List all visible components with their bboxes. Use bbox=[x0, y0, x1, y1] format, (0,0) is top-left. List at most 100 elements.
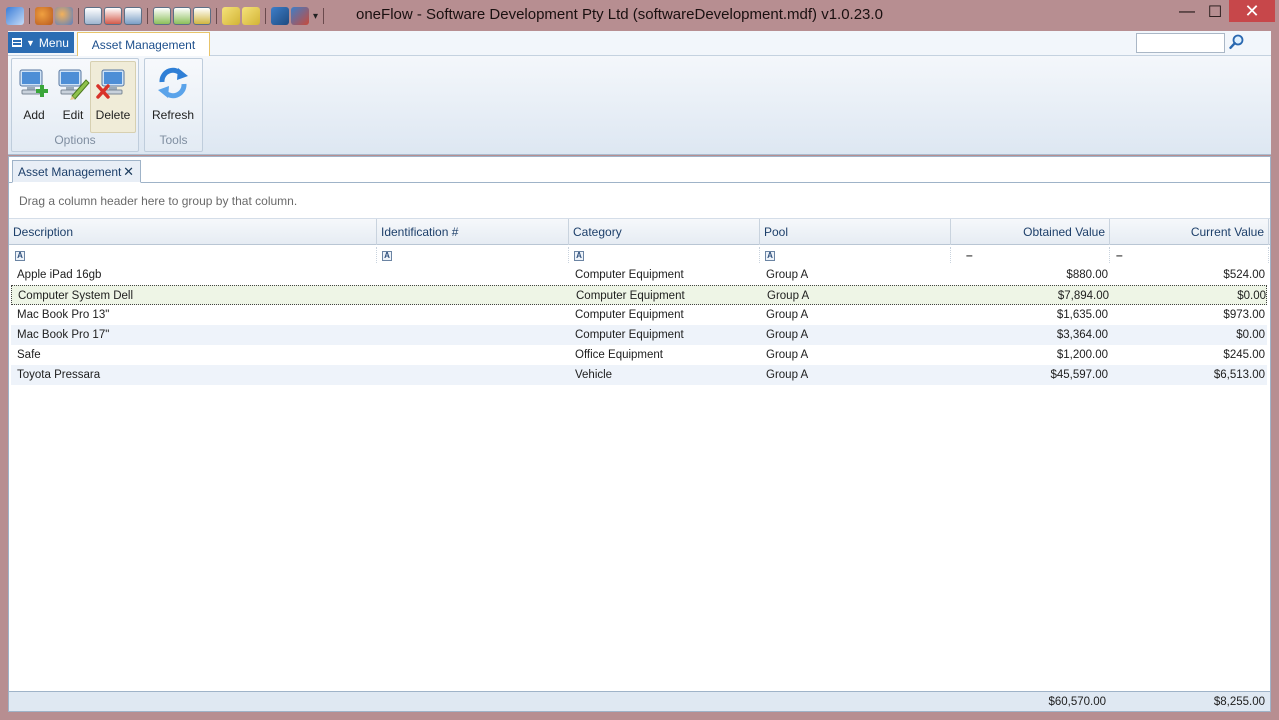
cell-category[interactable]: Computer Equipment bbox=[572, 286, 763, 306]
minimize-button[interactable]: — bbox=[1173, 0, 1201, 24]
cell-current-value[interactable]: $524.00 bbox=[1112, 265, 1269, 285]
column-header-description[interactable]: Description bbox=[9, 219, 377, 245]
search-icon[interactable] bbox=[1229, 34, 1245, 50]
book-icon[interactable] bbox=[291, 7, 309, 25]
table-row[interactable]: Toyota Pressara Vehicle Group A $45,597.… bbox=[11, 365, 1267, 385]
report-icon[interactable] bbox=[124, 7, 142, 25]
ribbon-group-tools: Refresh Tools bbox=[144, 58, 203, 152]
cell-pool[interactable]: Group A bbox=[762, 345, 953, 365]
cell-obtained-value[interactable]: $880.00 bbox=[953, 265, 1112, 285]
filter-cell-obtained-value[interactable]: – bbox=[951, 247, 1123, 263]
cell-current-value[interactable]: $245.00 bbox=[1112, 345, 1269, 365]
table-row[interactable]: Mac Book Pro 13" Computer Equipment Grou… bbox=[11, 305, 1267, 325]
table-row[interactable]: Safe Office Equipment Group A $1,200.00 … bbox=[11, 345, 1267, 365]
cell-category[interactable]: Computer Equipment bbox=[571, 305, 762, 325]
cell-obtained-value[interactable]: $1,200.00 bbox=[953, 345, 1112, 365]
report-icon[interactable] bbox=[173, 7, 191, 25]
filter-cell-identification[interactable]: A bbox=[377, 247, 569, 263]
cell-obtained-value[interactable]: $3,364.00 bbox=[953, 325, 1112, 345]
cell-obtained-value[interactable]: $1,635.00 bbox=[953, 305, 1112, 325]
cell-identification[interactable] bbox=[379, 265, 571, 285]
cell-identification[interactable] bbox=[379, 325, 571, 345]
close-icon[interactable]: ✕ bbox=[123, 164, 134, 180]
column-header-current-value[interactable]: Current Value bbox=[1110, 219, 1269, 245]
table-row-selected[interactable]: Computer System Dell Computer Equipment … bbox=[11, 285, 1267, 305]
cell-current-value[interactable]: $6,513.00 bbox=[1112, 365, 1269, 385]
cell-description[interactable]: Toyota Pressara bbox=[13, 365, 379, 385]
filter-text-icon[interactable]: A bbox=[15, 251, 25, 261]
cell-category[interactable]: Office Equipment bbox=[571, 345, 762, 365]
menu-button[interactable]: ▼ Menu bbox=[8, 32, 74, 53]
cell-category[interactable]: Vehicle bbox=[571, 365, 762, 385]
cell-identification[interactable] bbox=[379, 365, 571, 385]
filter-cell-description[interactable]: A bbox=[9, 247, 377, 263]
cell-identification[interactable] bbox=[380, 286, 572, 306]
report-icon[interactable] bbox=[193, 7, 211, 25]
table-row[interactable]: Mac Book Pro 17" Computer Equipment Grou… bbox=[11, 325, 1267, 345]
cell-current-value[interactable]: $0.00 bbox=[1113, 286, 1270, 306]
toolbar-separator bbox=[216, 8, 217, 24]
cell-description[interactable]: Computer System Dell bbox=[14, 286, 380, 306]
group-by-panel[interactable]: Drag a column header here to group by th… bbox=[9, 183, 1270, 219]
edit-button[interactable]: Edit bbox=[52, 62, 94, 132]
group-label-tools: Tools bbox=[159, 133, 188, 147]
document-tab-label: Asset Management bbox=[18, 164, 122, 179]
refresh-button[interactable]: Refresh bbox=[152, 62, 194, 132]
toolbar-separator bbox=[78, 8, 79, 24]
maximize-button[interactable]: ☐ bbox=[1201, 0, 1229, 24]
quick-access-toolbar: ▾ bbox=[6, 6, 327, 26]
column-header-identification[interactable]: Identification # bbox=[377, 219, 569, 245]
users-icon[interactable] bbox=[35, 7, 53, 25]
report-icon[interactable] bbox=[104, 7, 122, 25]
table-row[interactable]: Apple iPad 16gb Computer Equipment Group… bbox=[11, 265, 1267, 285]
report-icon[interactable] bbox=[84, 7, 102, 25]
grid-footer-totals: $60,570.00 $8,255.00 bbox=[9, 691, 1270, 711]
edit-label: Edit bbox=[62, 108, 84, 122]
document-tab-asset-management[interactable]: Asset Management ✕ bbox=[12, 160, 141, 183]
cell-category[interactable]: Computer Equipment bbox=[571, 325, 762, 345]
cell-description[interactable]: Safe bbox=[13, 345, 379, 365]
cell-description[interactable]: Mac Book Pro 17" bbox=[13, 325, 379, 345]
filter-text-icon[interactable]: A bbox=[382, 251, 392, 261]
close-button[interactable]: ✕ bbox=[1229, 0, 1275, 22]
cell-pool[interactable]: Group A bbox=[762, 325, 953, 345]
book-icon[interactable] bbox=[271, 7, 289, 25]
filter-cell-pool[interactable]: A – bbox=[760, 247, 973, 263]
delete-button[interactable]: Delete bbox=[90, 61, 136, 133]
filter-text-icon[interactable]: A bbox=[574, 251, 584, 261]
refresh-icon bbox=[158, 67, 188, 99]
filter-text-icon[interactable]: A bbox=[765, 251, 775, 261]
grid-header: Description Identification # Category Po… bbox=[9, 219, 1270, 245]
cell-pool[interactable]: Group A bbox=[762, 265, 953, 285]
search-input[interactable] bbox=[1136, 33, 1225, 53]
cell-pool[interactable]: Group A bbox=[762, 305, 953, 325]
cell-description[interactable]: Apple iPad 16gb bbox=[13, 265, 379, 285]
filter-cell-category[interactable]: A bbox=[569, 247, 760, 263]
cell-description[interactable]: Mac Book Pro 13" bbox=[13, 305, 379, 325]
add-label: Add bbox=[23, 108, 45, 122]
group-label-options: Options bbox=[54, 133, 96, 147]
column-header-pool[interactable]: Pool bbox=[760, 219, 951, 245]
cell-pool[interactable]: Group A bbox=[763, 286, 954, 306]
filter-cell-current-value[interactable] bbox=[1110, 247, 1269, 263]
title-bar: ▾ oneFlow - Software Development Pty Ltd… bbox=[0, 0, 1279, 31]
add-button[interactable]: Add bbox=[13, 62, 55, 132]
cell-category[interactable]: Computer Equipment bbox=[571, 265, 762, 285]
app-icon[interactable] bbox=[6, 7, 24, 25]
report-icon[interactable] bbox=[153, 7, 171, 25]
column-header-category[interactable]: Category bbox=[569, 219, 760, 245]
cell-obtained-value[interactable]: $7,894.00 bbox=[954, 286, 1113, 306]
cell-identification[interactable] bbox=[379, 345, 571, 365]
cell-current-value[interactable]: $0.00 bbox=[1112, 325, 1269, 345]
notes-icon[interactable] bbox=[242, 7, 260, 25]
cell-current-value[interactable]: $973.00 bbox=[1112, 305, 1269, 325]
cell-pool[interactable]: Group A bbox=[762, 365, 953, 385]
column-header-obtained-value[interactable]: Obtained Value bbox=[951, 219, 1110, 245]
refresh-label: Refresh bbox=[151, 108, 195, 122]
cell-identification[interactable] bbox=[379, 305, 571, 325]
dropdown-icon[interactable]: ▾ bbox=[313, 11, 318, 22]
user-icon[interactable] bbox=[55, 7, 73, 25]
tab-asset-management[interactable]: Asset Management bbox=[77, 32, 210, 56]
notes-icon[interactable] bbox=[222, 7, 240, 25]
cell-obtained-value[interactable]: $45,597.00 bbox=[953, 365, 1112, 385]
